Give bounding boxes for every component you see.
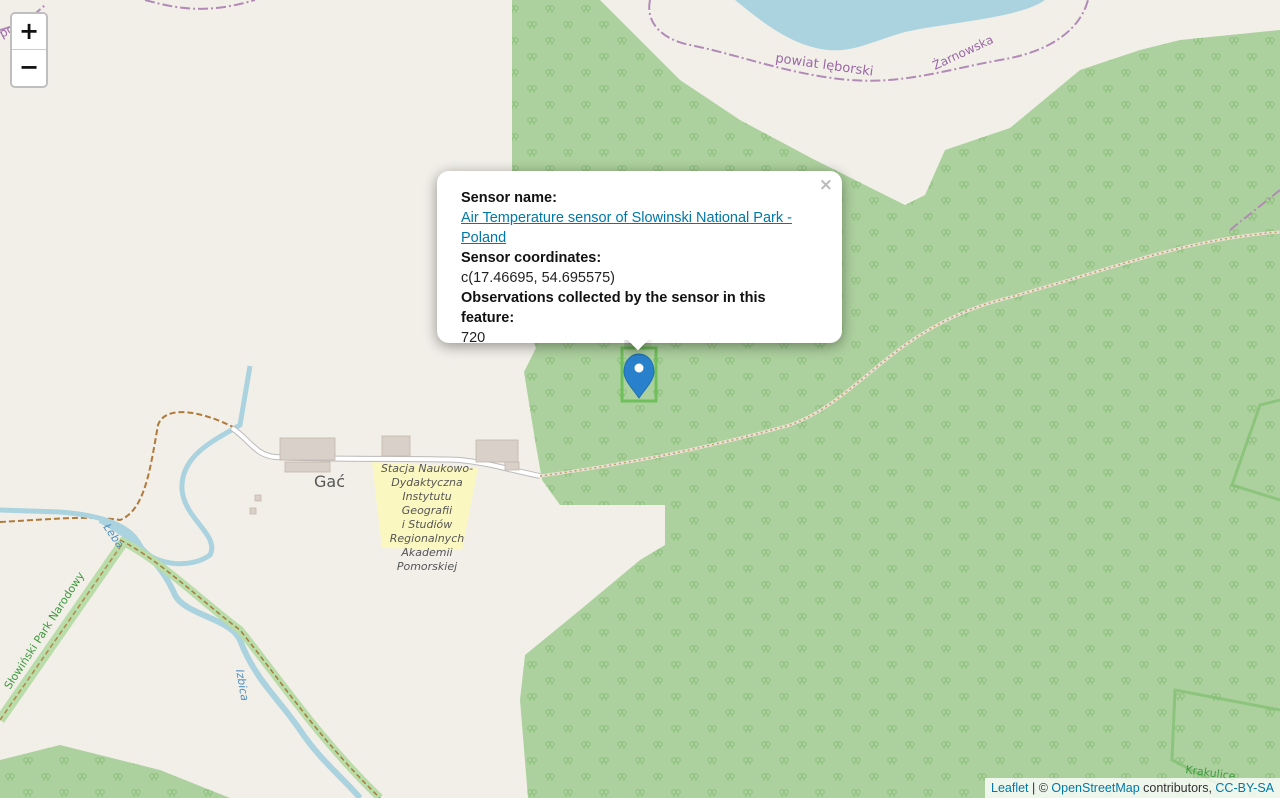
sensor-coords-label: Sensor coordinates:: [461, 250, 602, 266]
svg-text:i Studiów: i Studiów: [402, 518, 453, 531]
svg-text:Dydaktyczna: Dydaktyczna: [391, 476, 463, 489]
attribution-contributors: contributors,: [1139, 781, 1216, 795]
svg-text:Akademii: Akademii: [400, 546, 452, 559]
attribution-separator: | ©: [1028, 781, 1052, 795]
svg-text:Geografii: Geografii: [402, 504, 452, 517]
svg-text:Pomorskiej: Pomorskiej: [397, 560, 458, 573]
svg-text:Regionalnych: Regionalnych: [390, 532, 464, 545]
popup-tip: [624, 340, 652, 356]
zoom-out-button[interactable]: −: [12, 49, 46, 85]
sensor-coords-value: c(17.46695, 54.695575): [461, 270, 615, 286]
sensor-name-link[interactable]: Air Temperature sensor of Slowinski Nati…: [461, 208, 818, 248]
attribution: Leaflet | © OpenStreetMap contributors, …: [985, 778, 1280, 798]
sensor-name-label: Sensor name:: [461, 190, 557, 206]
observations-label: Observations collected by the sensor in …: [461, 290, 766, 326]
svg-text:Instytutu: Instytutu: [402, 490, 451, 503]
svg-text:Stacja Naukowo-: Stacja Naukowo-: [381, 462, 473, 475]
sensor-popup: × Sensor name: Air Temperature sensor of…: [437, 171, 842, 346]
zoom-in-button[interactable]: +: [12, 14, 46, 49]
osm-link[interactable]: OpenStreetMap: [1051, 781, 1139, 795]
zoom-control: + −: [10, 12, 48, 88]
leaflet-link[interactable]: Leaflet: [991, 781, 1029, 795]
license-link[interactable]: CC-BY-SA: [1215, 781, 1274, 795]
close-icon[interactable]: ×: [819, 175, 833, 195]
village-label: Gać: [314, 472, 345, 491]
map-tiles: powiat lęborski Żarnowska powi Gać Stacj…: [0, 0, 1280, 798]
map-canvas[interactable]: powiat lęborski Żarnowska powi Gać Stacj…: [0, 0, 1280, 798]
